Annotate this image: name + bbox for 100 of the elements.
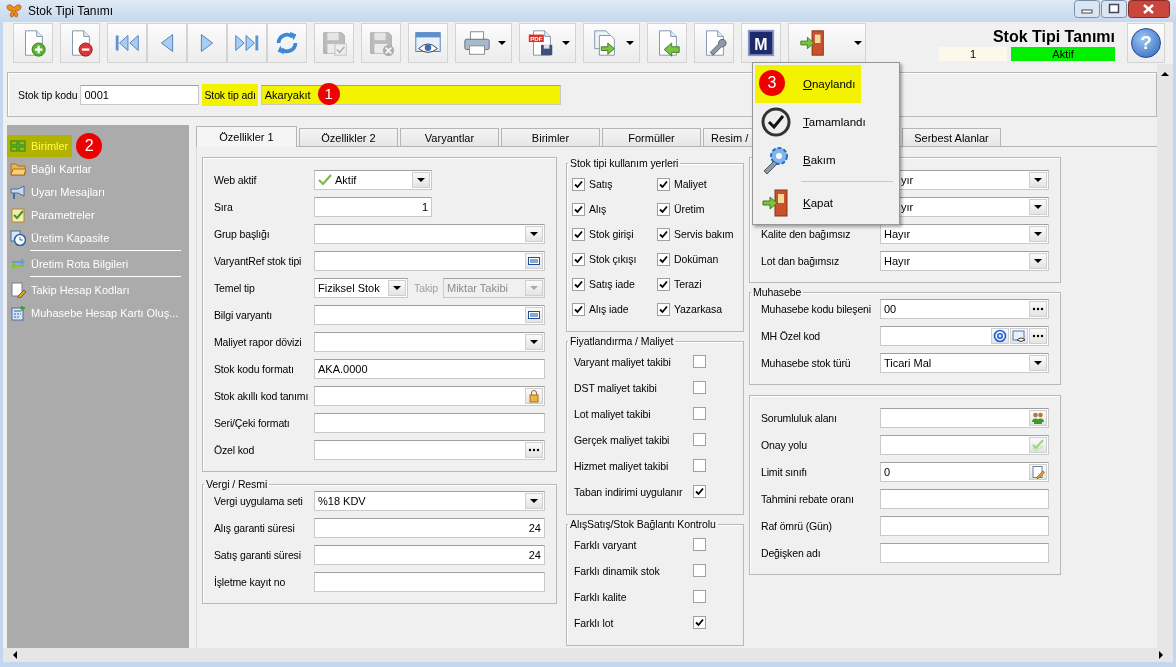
previous-record-button[interactable] — [147, 23, 187, 63]
dropdown-field[interactable] — [314, 332, 545, 352]
copy-button[interactable] — [583, 23, 640, 63]
text-field[interactable]: 0001 — [80, 84, 200, 105]
menu-item[interactable]: Tamamlandı — [755, 103, 897, 141]
horizontal-scrollbar[interactable] — [3, 648, 1173, 662]
people-button[interactable] — [1029, 410, 1047, 426]
text-field[interactable] — [314, 251, 545, 271]
dropdown-button[interactable] — [525, 334, 543, 350]
checkbox[interactable] — [693, 538, 706, 551]
text-field[interactable]: 0 — [880, 462, 1049, 482]
vertical-scrollbar[interactable] — [1157, 64, 1173, 648]
dropdown-button[interactable] — [525, 493, 543, 509]
checkbox[interactable] — [693, 459, 706, 472]
tab[interactable]: Özellikler 1 — [196, 126, 297, 147]
text-field[interactable] — [880, 489, 1049, 509]
next-record-button[interactable] — [187, 23, 227, 63]
ellipsis-button[interactable] — [525, 442, 543, 458]
close-button[interactable] — [1128, 0, 1170, 18]
text-field[interactable] — [880, 408, 1049, 428]
window-eye-icon — [1012, 329, 1026, 343]
text-field[interactable] — [314, 413, 545, 433]
checkbox[interactable] — [572, 227, 585, 241]
dropdown-button[interactable] — [412, 172, 430, 188]
dropdown-field[interactable]: %18 KDV — [314, 491, 545, 511]
text-field[interactable]: 00 — [880, 299, 1049, 319]
preview-button[interactable] — [408, 23, 448, 63]
delete-document-button[interactable] — [60, 23, 100, 63]
checkbox[interactable] — [657, 227, 670, 241]
dropdown-field[interactable]: Fiziksel Stok — [314, 278, 408, 298]
tab[interactable]: Formüller — [602, 128, 701, 146]
caret-icon — [498, 41, 506, 45]
barcode-button[interactable] — [525, 253, 543, 269]
checkbox[interactable] — [657, 202, 670, 216]
checkbox[interactable] — [572, 177, 585, 191]
text-field[interactable] — [314, 305, 545, 325]
text-field[interactable]: 24 — [314, 518, 545, 538]
edit-button[interactable] — [1029, 464, 1047, 480]
text-field[interactable]: AKA.0000 — [314, 359, 545, 379]
dropdown-field[interactable] — [314, 224, 545, 244]
checkbox[interactable] — [657, 177, 670, 191]
checkbox[interactable] — [693, 433, 706, 446]
text-field[interactable] — [314, 440, 545, 460]
checkbox[interactable] — [572, 252, 585, 266]
text-field[interactable]: 1 — [314, 197, 432, 217]
text-field[interactable]: 24 — [314, 545, 545, 565]
checkbox-label: Terazi — [674, 278, 702, 290]
menu-item[interactable]: 3 Onaylandı — [755, 65, 861, 103]
checkbox[interactable] — [693, 564, 706, 577]
dropdown-button[interactable] — [1029, 172, 1047, 188]
dropdown-field[interactable]: Aktif — [314, 170, 432, 190]
checkbox[interactable] — [572, 277, 585, 291]
refresh-button[interactable] — [267, 23, 307, 63]
text-field[interactable] — [880, 516, 1049, 536]
text-field[interactable] — [314, 572, 545, 592]
checkbox[interactable] — [693, 485, 706, 498]
field-label: Raf ömrü (Gün) — [761, 520, 833, 532]
barcode-button[interactable] — [525, 307, 543, 323]
ellipsis-button[interactable] — [1029, 301, 1047, 317]
tab[interactable]: Özellikler 2 — [299, 128, 398, 146]
tools-button[interactable] — [694, 23, 734, 63]
import-button[interactable] — [647, 23, 687, 63]
dropdown-field[interactable]: Hayır — [880, 251, 1049, 271]
dropdown-button[interactable] — [1029, 355, 1047, 371]
checkbox[interactable] — [657, 252, 670, 266]
checkbox[interactable] — [693, 407, 706, 420]
checkbox[interactable] — [693, 355, 706, 368]
ellipsis-button[interactable] — [1029, 328, 1047, 344]
dropdown-field[interactable]: Ticari Mal — [880, 353, 1049, 373]
text-field[interactable]: Akaryakıt 1 — [260, 84, 561, 105]
text-field[interactable] — [314, 386, 545, 406]
checkbox[interactable] — [693, 616, 706, 629]
exit-button[interactable] — [788, 23, 866, 63]
field-label: Limit sınıfı — [761, 466, 809, 478]
checkbox[interactable] — [657, 277, 670, 291]
text-field[interactable] — [880, 543, 1049, 563]
tab[interactable]: Varyantlar — [400, 128, 499, 146]
browse-button[interactable] — [1010, 328, 1028, 344]
dropdown-button[interactable] — [1029, 199, 1047, 215]
maximize-button[interactable] — [1101, 0, 1127, 18]
text-field[interactable] — [880, 435, 1049, 455]
dropdown-button[interactable] — [1029, 253, 1047, 269]
dropdown-button[interactable] — [525, 226, 543, 242]
dropdown-button[interactable] — [388, 280, 406, 296]
last-record-button[interactable] — [227, 23, 267, 63]
checkbox[interactable] — [572, 202, 585, 216]
first-record-button[interactable] — [107, 23, 147, 63]
lock-button[interactable] — [525, 388, 543, 404]
print-button[interactable] — [455, 23, 512, 63]
checkbox[interactable] — [693, 381, 706, 394]
checkbox[interactable] — [657, 302, 670, 316]
new-document-button[interactable] — [13, 23, 53, 63]
dropdown-button[interactable] — [1029, 226, 1047, 242]
text-field[interactable] — [880, 326, 1049, 346]
dropdown-field[interactable]: Hayır — [880, 224, 1049, 244]
checkbox-label: DST maliyet takibi — [574, 381, 657, 394]
tab[interactable]: Serbest Alanlar — [902, 128, 1001, 146]
tab[interactable]: Birimler — [501, 128, 600, 146]
checkbox[interactable] — [572, 302, 585, 316]
checkbox[interactable] — [693, 590, 706, 603]
